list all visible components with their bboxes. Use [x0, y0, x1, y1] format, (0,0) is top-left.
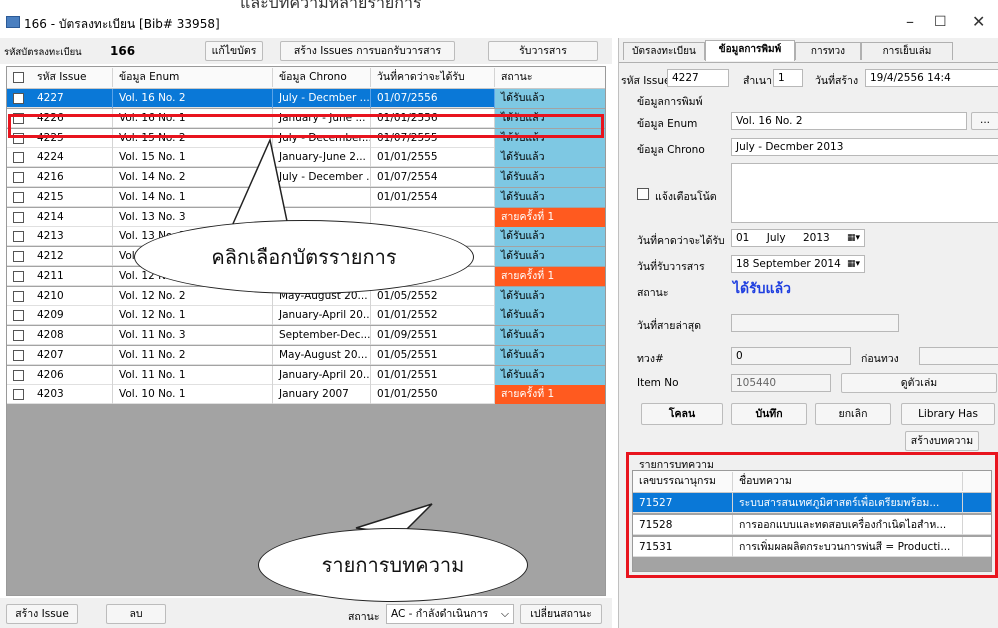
callout-select-card: คลิกเลือกบัตรรายการ — [134, 220, 474, 294]
callout-tails — [230, 137, 433, 535]
callout-tail-select — [230, 137, 289, 227]
callout-article-list: รายการบทความ — [258, 528, 528, 602]
